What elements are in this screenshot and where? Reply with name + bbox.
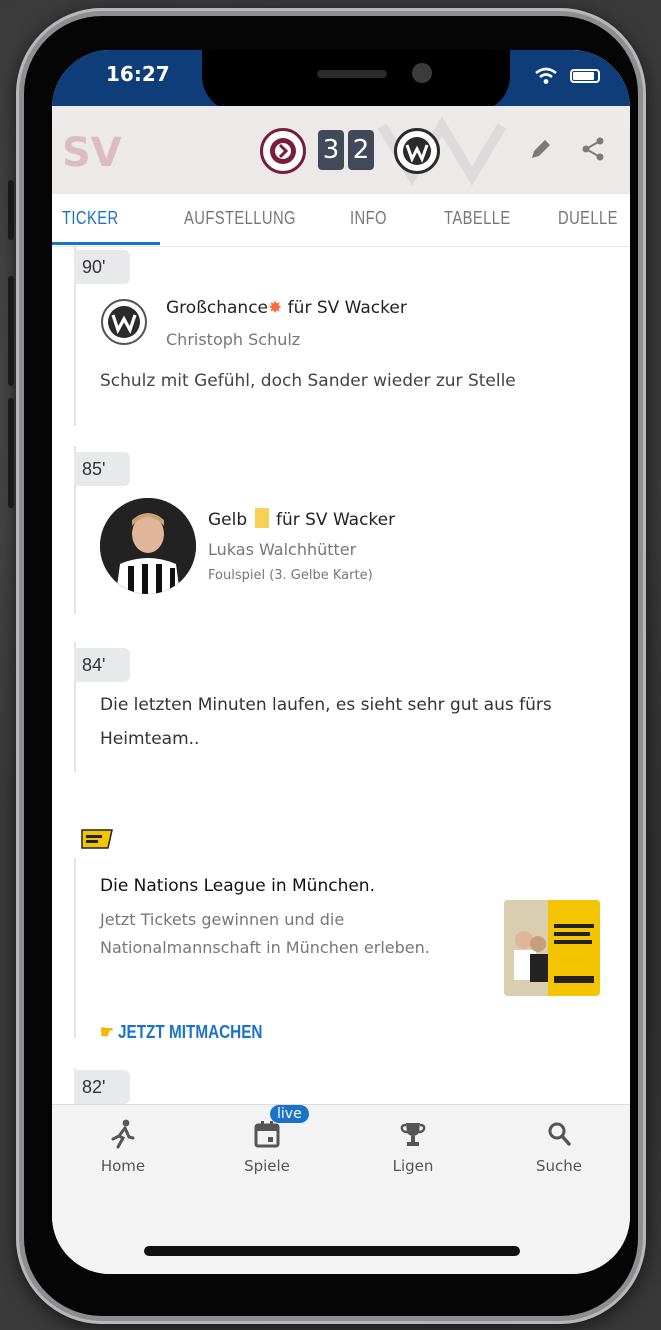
event-type: Gelb <box>208 510 253 530</box>
clock: 16:27 <box>106 62 170 86</box>
event-type: Großchance <box>166 298 269 318</box>
share-icon[interactable] <box>580 136 606 162</box>
event-team: für SV Wacker <box>282 298 407 318</box>
event-title: Gelb für SV Wacker <box>208 508 395 530</box>
ad-poster <box>504 900 600 996</box>
away-team-logo[interactable] <box>394 128 440 174</box>
ticker-event-84: 84' Die letzten Minuten laufen, es sieht… <box>52 642 630 792</box>
battery-icon <box>570 69 600 83</box>
ticker-feed: 90' Großchance✸ für SV Wacker Christoph … <box>52 246 630 1104</box>
tab-tabelle[interactable]: TABELLE <box>444 208 511 229</box>
wifi-icon <box>535 67 557 84</box>
app-screen: 16:27 SV 3 2 TICKER AUFSTELLUNG INFO TAB… <box>52 50 630 1274</box>
tab-bar: TICKER AUFSTELLUNG INFO TABELLE DUELLE <box>52 194 630 247</box>
calendar-icon <box>254 1121 280 1148</box>
sv-wacker-logo <box>101 299 147 345</box>
live-badge: live <box>270 1105 309 1123</box>
nav-leagues[interactable]: Ligen <box>368 1119 458 1175</box>
trophy-icon <box>400 1123 426 1146</box>
tab-ticker[interactable]: TICKER <box>62 208 119 229</box>
sponsored-block: Die Nations League in München. Jetzt Tic… <box>52 828 630 1058</box>
svg-text:SV: SV <box>62 130 122 176</box>
event-text-line1: Die letzten Minuten laufen, es sieht seh… <box>100 695 552 715</box>
soccer-player-icon <box>111 1119 135 1149</box>
player-name[interactable]: Lukas Walchhütter <box>208 540 356 559</box>
yellow-card-icon <box>254 508 269 528</box>
active-tab-indicator <box>52 242 160 245</box>
tab-info[interactable]: INFO <box>350 208 387 229</box>
ad-title[interactable]: Die Nations League in München. <box>100 876 375 896</box>
ticker-event-85: 85' Gelb für SV Wacker Lukas Walchhütter… <box>52 446 630 646</box>
status-bar: 16:27 <box>52 50 630 112</box>
match-header: SV 3 2 <box>52 106 630 194</box>
nav-search[interactable]: Suche <box>514 1119 604 1175</box>
home-crest-icon <box>270 138 296 164</box>
nav-home-label: Home <box>100 1157 146 1175</box>
sponsor-logo <box>81 829 113 849</box>
speaker <box>317 70 387 78</box>
ad-image[interactable] <box>504 900 600 996</box>
burst-icon: ✸ <box>268 298 283 318</box>
volume-down-button <box>8 398 14 508</box>
player-avatar[interactable] <box>100 498 196 594</box>
minute-badge: 85' <box>74 452 130 486</box>
silent-switch <box>8 180 14 240</box>
minute-badge: 82' <box>74 1070 130 1104</box>
volume-up-button <box>8 276 14 386</box>
cta-link[interactable]: ☛ JETZT MITMACHEN <box>100 1022 262 1043</box>
nav-games-label: Spiele <box>244 1157 290 1175</box>
ad-line2: Nationalmannschaft in München erleben. <box>100 938 430 957</box>
minute-badge: 84' <box>74 648 130 682</box>
ad-line1: Jetzt Tickets gewinnen und die <box>100 910 345 929</box>
ticker-event-82: 82' <box>52 1068 630 1104</box>
timeline-line <box>74 858 76 1038</box>
tab-aufstellung[interactable]: AUFSTELLUNG <box>184 208 296 229</box>
event-detail: Foulspiel (3. Gelbe Karte) <box>208 568 373 583</box>
minute-badge: 90' <box>74 250 130 284</box>
notch <box>202 50 510 112</box>
pointing-hand-icon: ☛ <box>100 1022 114 1042</box>
player-name[interactable]: Christoph Schulz <box>166 330 300 349</box>
ticker-event-90: 90' Großchance✸ für SV Wacker Christoph … <box>52 246 630 436</box>
away-score: 2 <box>348 130 374 170</box>
away-crest-icon <box>403 137 431 165</box>
event-title: Großchance✸ für SV Wacker <box>166 298 407 318</box>
nav-games[interactable]: live Spiele <box>222 1105 312 1175</box>
tab-duelle[interactable]: DUELLE <box>558 208 618 229</box>
cta-label: JETZT MITMACHEN <box>117 1022 263 1042</box>
home-score: 3 <box>318 130 344 170</box>
edit-icon[interactable] <box>528 136 554 162</box>
home-team-logo[interactable] <box>260 128 306 174</box>
event-team: für SV Wacker <box>270 510 396 530</box>
player-photo <box>100 498 196 594</box>
home-indicator[interactable] <box>144 1246 520 1256</box>
nav-home[interactable]: Home <box>78 1119 168 1175</box>
nav-search-label: Suche <box>535 1157 582 1175</box>
event-text: Schulz mit Gefühl, doch Sander wieder zu… <box>100 371 516 391</box>
nav-leagues-label: Ligen <box>392 1157 434 1175</box>
front-camera <box>412 63 432 83</box>
search-icon <box>548 1122 571 1146</box>
event-text-line2: Heimteam.. <box>100 729 200 749</box>
